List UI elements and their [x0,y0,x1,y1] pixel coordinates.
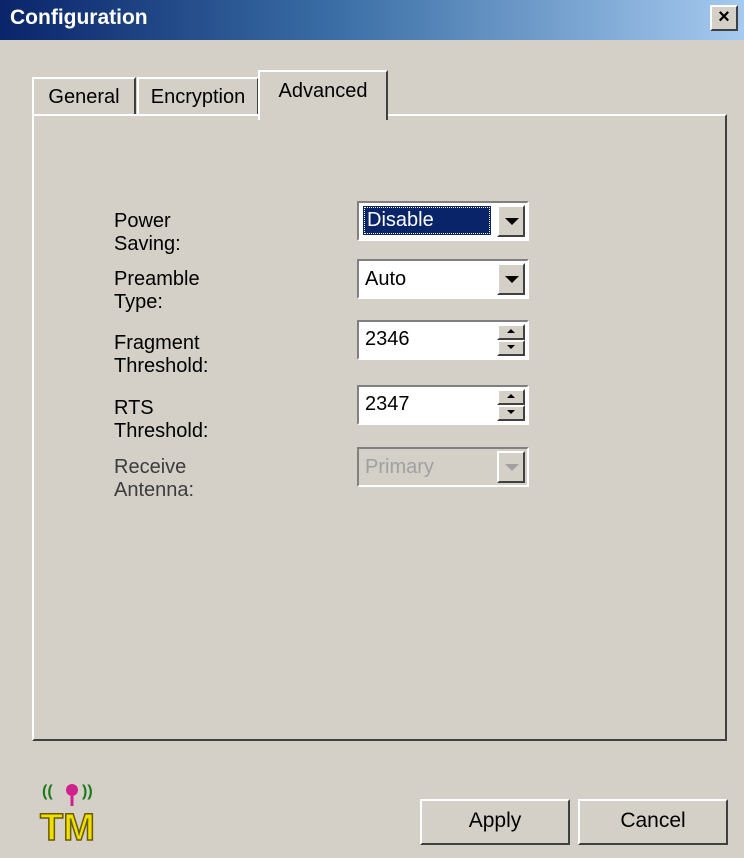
chevron-down-icon [497,451,525,483]
preamble-type-select[interactable]: Auto [357,259,529,299]
fragment-threshold-value[interactable]: 2346 [365,328,410,351]
svg-text:)): )) [82,783,93,800]
wireless-tm-logo-icon: (( )) TM [38,776,108,850]
receive-antenna-value: Primary [365,456,434,478]
title-bar: Configuration × [0,0,744,40]
power-saving-select[interactable]: Disable [357,201,529,241]
close-icon: × [718,6,730,28]
spin-up-icon[interactable] [497,324,525,340]
apply-button[interactable]: Apply [420,799,570,845]
rts-threshold-stepper[interactable]: 2347 [357,385,529,425]
preamble-type-value: Auto [365,268,407,290]
chevron-down-icon[interactable] [497,205,525,237]
preamble-type-label: Preamble Type: [114,268,200,313]
rts-threshold-value[interactable]: 2347 [365,393,410,416]
tab-general[interactable]: General [32,77,136,116]
receive-antenna-label: Receive Antenna: [114,456,195,501]
cancel-button[interactable]: Cancel [578,799,728,845]
svg-text:((: (( [42,783,53,800]
tab-encryption[interactable]: Encryption [137,77,259,116]
logo-text: TM [40,807,95,846]
tab-advanced[interactable]: Advanced [258,70,388,120]
window-title: Configuration [10,6,148,29]
fragment-threshold-stepper[interactable]: 2346 [357,320,529,360]
fragment-threshold-label: Fragment Threshold: [114,332,209,377]
power-saving-value: Disable [363,206,491,235]
spin-up-icon[interactable] [497,389,525,405]
power-saving-label: Power Saving: [114,210,181,255]
close-button[interactable]: × [710,5,738,31]
spin-down-icon[interactable] [497,405,525,421]
spin-down-icon[interactable] [497,340,525,356]
rts-threshold-label: RTS Threshold: [114,397,209,442]
chevron-down-icon[interactable] [497,263,525,295]
receive-antenna-select: Primary [357,447,529,487]
